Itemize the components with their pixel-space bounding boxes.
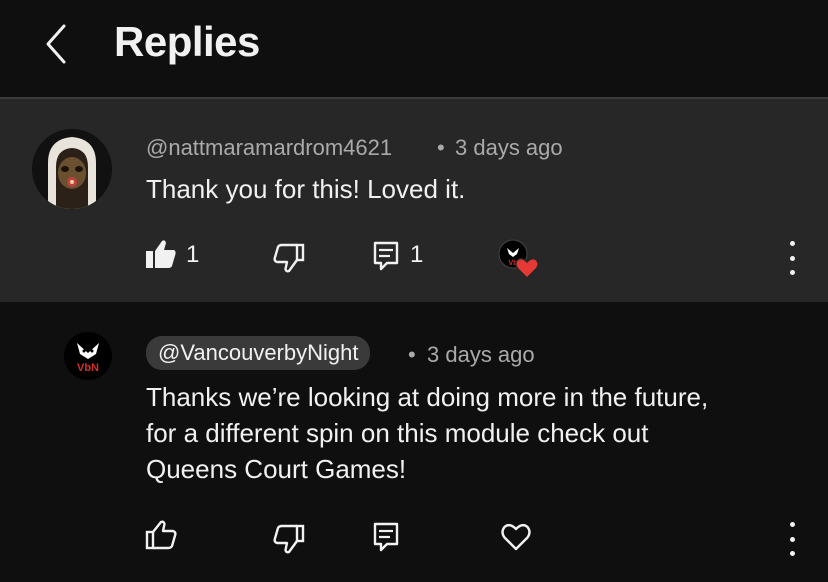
reply-button[interactable] (371, 239, 401, 273)
comment-timestamp: 3 days ago (455, 135, 563, 160)
header: Replies (0, 0, 828, 97)
thumbs-up-icon (145, 520, 177, 550)
dislike-button[interactable] (272, 522, 306, 556)
comment-icon (373, 241, 399, 271)
thumbs-down-icon (273, 524, 305, 554)
avatar[interactable]: VbN (64, 332, 112, 380)
reply-count: 1 (410, 241, 424, 268)
chevron-left-icon (46, 24, 66, 64)
reply-text-line: Queens Court Games! (146, 454, 407, 484)
heart-icon (515, 257, 539, 279)
more-options-button[interactable] (782, 241, 802, 275)
separator-dot: • (437, 135, 445, 160)
reply-text-line: for a different spin on this module chec… (146, 418, 649, 448)
heart-outline-icon (501, 523, 531, 551)
creator-heart-badge: Vb (498, 239, 542, 283)
more-dot-icon (789, 241, 795, 246)
nun-mask-avatar-image (32, 129, 112, 209)
more-dot-icon (789, 255, 795, 261)
back-button[interactable] (36, 20, 80, 68)
reply-timestamp: 3 days ago (427, 342, 535, 367)
reply-author-handle[interactable]: @VancouverbyNight (146, 336, 371, 370)
like-button[interactable] (144, 237, 178, 271)
parent-comment: @nattmaramardrom4621 • 3 days ago Thank … (0, 99, 828, 302)
more-dot-icon (789, 522, 795, 527)
comment-text: Thank you for this! Loved it. (146, 174, 466, 204)
more-dot-icon (789, 551, 795, 556)
heart-button[interactable] (499, 520, 533, 554)
avatar[interactable] (32, 129, 112, 209)
like-count: 1 (186, 241, 200, 268)
comment-icon (373, 522, 399, 552)
reply-comment: VbN @VancouverbyNight • 3 days ago Thank… (0, 302, 828, 582)
page-title: Replies (114, 18, 260, 65)
separator-dot: • (408, 342, 416, 367)
comment-author-handle[interactable]: @nattmaramardrom4621 (146, 135, 392, 161)
dislike-button[interactable] (272, 241, 306, 275)
more-options-button[interactable] (782, 522, 802, 556)
reply-button[interactable] (371, 520, 401, 554)
reply-text: Thanks we’re looking at doing more in th… (146, 379, 708, 487)
more-dot-icon (789, 270, 795, 275)
thumbs-down-icon (273, 243, 305, 273)
thumbs-up-filled-icon (146, 240, 176, 268)
avatar-logo-text: VbN (77, 362, 99, 374)
like-button[interactable] (144, 518, 178, 552)
more-dot-icon (789, 536, 795, 542)
reply-text-line: Thanks we’re looking at doing more in th… (146, 382, 709, 412)
